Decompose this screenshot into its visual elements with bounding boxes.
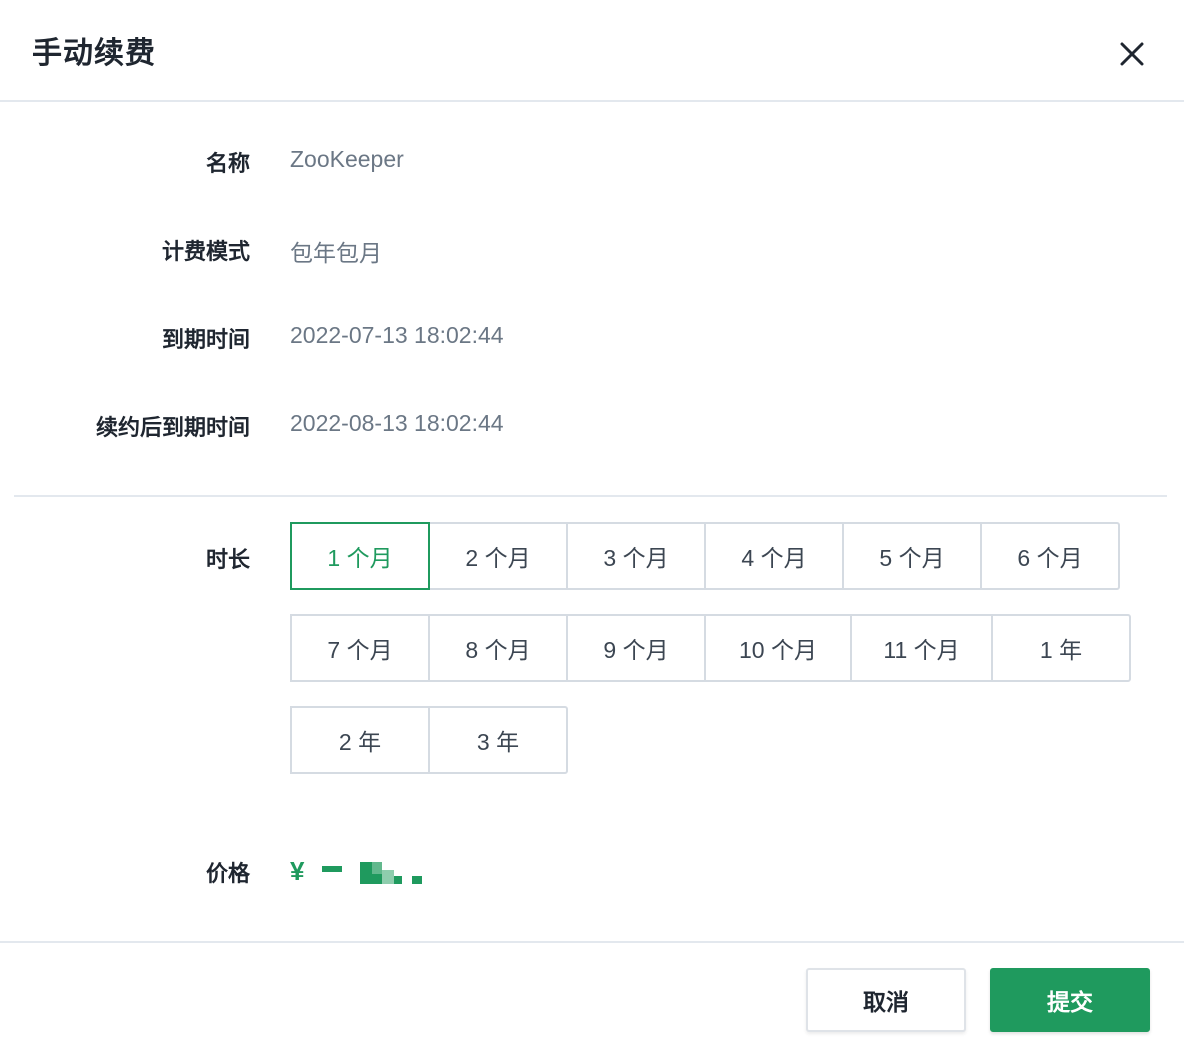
billing-mode-label: 计费模式 — [161, 239, 250, 264]
renewed-expire-time-value: 2022-08-13 18:02:44 — [290, 410, 504, 436]
duration-option[interactable]: 9 个月 — [566, 614, 706, 682]
duration-option[interactable]: 6 个月 — [980, 522, 1120, 590]
dialog-header: 手动续费 — [0, 0, 1184, 102]
price-redacted-mask — [322, 862, 422, 884]
expire-time-label: 到期时间 — [161, 327, 250, 352]
duration-options-row-1: 1 个月 2 个月 3 个月 4 个月 5 个月 6 个月 — [290, 522, 1120, 590]
duration-option[interactable]: 7 个月 — [290, 614, 430, 682]
section-divider — [14, 495, 1167, 497]
name-value: ZooKeeper — [290, 146, 404, 172]
duration-options-row-2: 7 个月 8 个月 9 个月 10 个月 11 个月 1 年 — [290, 614, 1131, 682]
duration-option[interactable]: 1 年 — [991, 614, 1131, 682]
duration-option[interactable]: 1 个月 — [290, 522, 430, 590]
duration-option[interactable]: 8 个月 — [428, 614, 568, 682]
close-icon — [1120, 42, 1144, 66]
duration-option[interactable]: 4 个月 — [704, 522, 844, 590]
duration-label: 时长 — [205, 547, 250, 572]
duration-option[interactable]: 3 个月 — [566, 522, 706, 590]
billing-mode-value: 包年包月 — [290, 240, 382, 266]
duration-option[interactable]: 2 年 — [290, 706, 430, 774]
renewed-expire-time-label: 续约后到期时间 — [95, 415, 250, 440]
dialog-title: 手动续费 — [32, 37, 156, 70]
duration-option[interactable]: 2 个月 — [428, 522, 568, 590]
duration-options-row-3: 2 年 3 年 — [290, 706, 568, 774]
duration-option[interactable]: 10 个月 — [704, 614, 852, 682]
price-label: 价格 — [205, 861, 250, 886]
expire-time-value: 2022-07-13 18:02:44 — [290, 322, 504, 348]
submit-button[interactable]: 提交 — [990, 968, 1150, 1032]
duration-option[interactable]: 5 个月 — [842, 522, 982, 590]
close-button[interactable] — [1110, 32, 1154, 76]
duration-option[interactable]: 11 个月 — [850, 614, 993, 682]
price-currency: ¥ — [290, 856, 305, 886]
footer-divider — [0, 941, 1184, 943]
cancel-button[interactable]: 取消 — [806, 968, 966, 1032]
duration-option[interactable]: 3 年 — [428, 706, 568, 774]
name-label: 名称 — [205, 151, 250, 176]
